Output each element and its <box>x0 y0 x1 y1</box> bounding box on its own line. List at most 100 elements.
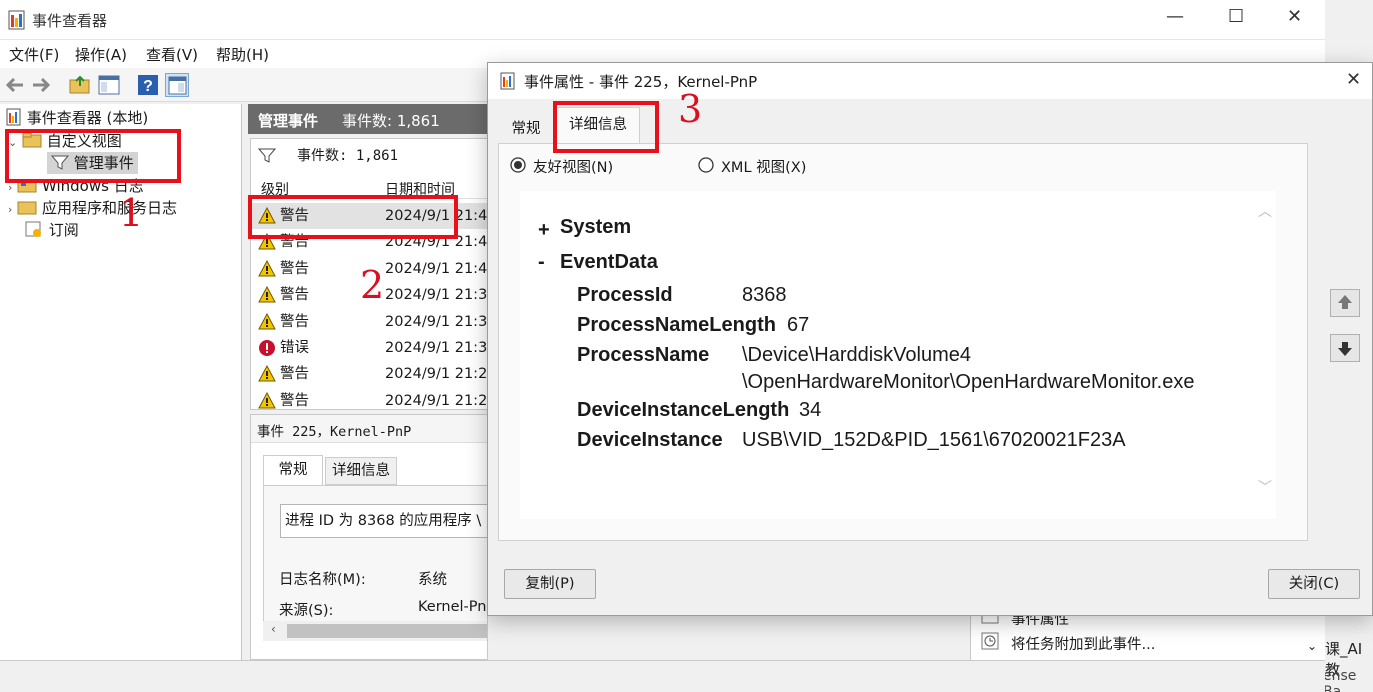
eventdata-toggle[interactable]: - <box>538 251 545 274</box>
detail-tab-details[interactable]: 详细信息 <box>325 457 397 485</box>
warning-icon <box>258 286 276 303</box>
maximize-icon[interactable]: ☐ <box>1228 6 1244 27</box>
eventdata-node[interactable]: EventData <box>560 251 658 274</box>
folder-icon <box>17 201 37 215</box>
annotation-number-1: 1 <box>119 191 144 235</box>
error-icon <box>259 340 275 356</box>
system-node[interactable]: System <box>560 216 631 239</box>
row-level: 警告 <box>280 366 309 383</box>
minimize-icon[interactable]: — <box>1166 6 1184 27</box>
tree-item-subscriptions[interactable]: 订阅 <box>24 219 79 241</box>
annotation-box-1 <box>5 129 181 183</box>
log-name-value: 系统 <box>418 572 447 588</box>
table-row[interactable]: 错误 2024/9/1 21:36 <box>251 335 488 361</box>
detail-tab-panel: 进程 ID 为 8368 的应用程序 \ 日志名称(M): 系统 来源(S): … <box>263 485 487 635</box>
radio-xml-label[interactable]: XML 视图(X) <box>721 156 806 177</box>
close-button[interactable]: 关闭(C) <box>1268 569 1360 599</box>
log-name-label: 日志名称(M): <box>279 572 366 588</box>
copy-button[interactable]: 复制(P) <box>504 569 596 599</box>
filter-event-count: 事件数: 1,861 <box>297 148 399 164</box>
scroll-down-icon[interactable]: ﹀ <box>1258 477 1272 497</box>
tree-pane: 事件查看器 (本地) ⌄ 自定义视图 管理事件 › Windows 日志 › 应… <box>0 104 242 660</box>
table-row[interactable]: 警告 2024/9/1 21:21 <box>251 388 487 409</box>
main-window-title: 事件查看器 <box>32 12 108 30</box>
table-row[interactable]: 警告 2024/9/1 21:23 <box>251 361 488 387</box>
actions-pane: 事件属性 将任务附加到此事件... ⌄ <box>970 612 1325 660</box>
warning-icon <box>258 365 276 382</box>
warning-icon <box>258 391 276 409</box>
field-value: 67 <box>787 314 810 336</box>
menu-help[interactable]: 帮助(H) <box>216 44 269 65</box>
field-value: 8368 <box>742 284 787 306</box>
field-key: ProcessNameLength <box>577 314 776 336</box>
svg-text:?: ? <box>143 78 153 95</box>
folder-up-icon[interactable] <box>68 73 92 97</box>
field-value: \Device\HarddiskVolume4 <box>742 344 971 366</box>
system-toggle[interactable]: + <box>538 219 550 242</box>
tree-item-root[interactable]: 事件查看器 (本地) <box>6 107 148 129</box>
table-row[interactable]: 警告 2024/9/1 21:36 <box>251 309 488 335</box>
scroll-left-icon[interactable]: ‹ <box>271 622 276 636</box>
warning-icon <box>258 312 276 330</box>
show-hide-action-pane-icon[interactable] <box>165 73 189 97</box>
field-value: USB\VID_152D&PID_1561\67020021F23A <box>742 429 1126 451</box>
annotation-box-3 <box>553 101 659 153</box>
tree-subscriptions-label: 订阅 <box>48 221 79 239</box>
row-level: 警告 <box>280 287 309 304</box>
tree-item-app-service-logs[interactable]: › 应用程序和服务日志 <box>8 197 177 219</box>
field-key: ProcessId <box>577 284 673 306</box>
dialog-close-icon[interactable]: ✕ <box>1346 69 1361 90</box>
forward-arrow-icon[interactable] <box>29 73 53 97</box>
field-key: DeviceInstance <box>577 429 723 451</box>
filter-icon <box>258 148 276 163</box>
scroll-up-icon[interactable]: ︿ <box>1258 201 1272 221</box>
radio-friendly[interactable] <box>509 156 527 174</box>
radio-xml[interactable] <box>697 156 715 174</box>
row-datetime: 2024/9/1 21:41 <box>385 260 488 277</box>
menu-file[interactable]: 文件(F) <box>9 44 59 65</box>
field-value: 34 <box>799 399 822 421</box>
center-header-count: 事件数: 1,861 <box>342 112 440 130</box>
event-viewer-icon <box>500 72 515 90</box>
chevron-right-icon[interactable]: › <box>8 203 12 216</box>
arrow-down-icon <box>1338 342 1352 356</box>
row-datetime: 2024/9/1 21:36 <box>385 313 488 330</box>
status-bar <box>0 660 1325 692</box>
center-header: 管理事件 事件数: 1,861 <box>248 104 488 134</box>
dialog-title: 事件属性 - 事件 225，Kernel-PnP <box>524 73 758 91</box>
show-hide-tree-icon[interactable] <box>97 73 121 97</box>
field-key: DeviceInstanceLength <box>577 399 790 421</box>
event-detail-preview: 事件 225，Kernel-PnP 常规 详细信息 进程 ID 为 8368 的… <box>250 414 488 660</box>
horizontal-scrollbar[interactable]: ‹ <box>263 621 487 641</box>
row-datetime: 2024/9/1 21:36 <box>385 340 488 356</box>
dialog-titlebar: 事件属性 - 事件 225，Kernel-PnP ✕ <box>488 63 1372 99</box>
field-key: ProcessName <box>577 344 710 366</box>
back-arrow-icon[interactable] <box>3 73 27 97</box>
menu-view[interactable]: 查看(V) <box>146 44 198 65</box>
annotation-number-3: 3 <box>678 87 703 131</box>
prev-event-button[interactable] <box>1330 289 1360 317</box>
menu-action[interactable]: 操作(A) <box>75 44 127 65</box>
tree-app-service-logs-label: 应用程序和服务日志 <box>41 199 177 217</box>
main-titlebar: 事件查看器 — ☐ ✕ <box>0 0 1325 40</box>
window-close-icon[interactable]: ✕ <box>1287 6 1302 27</box>
help-icon[interactable]: ? <box>136 73 160 97</box>
row-datetime: 2024/9/1 21:23 <box>385 366 488 383</box>
taskbar-fragment-b: ense Ba <box>1323 668 1357 692</box>
action-attach-task[interactable]: 将任务附加到此事件... <box>1011 633 1155 654</box>
tree-root-label: 事件查看器 (本地) <box>26 109 149 127</box>
detail-description[interactable]: 进程 ID 为 8368 的应用程序 \ <box>280 504 487 538</box>
dialog-tab-general[interactable]: 常规 <box>500 115 552 143</box>
detail-tab-general[interactable]: 常规 <box>263 455 323 485</box>
annotation-number-2: 2 <box>360 263 385 307</box>
next-event-button[interactable] <box>1330 334 1360 362</box>
radio-friendly-label[interactable]: 友好视图(N) <box>533 156 613 177</box>
chevron-down-icon[interactable]: ⌄ <box>1307 639 1317 653</box>
scrollbar-thumb[interactable] <box>287 624 487 638</box>
source-label: 来源(S): <box>279 603 334 619</box>
center-header-title: 管理事件 <box>258 112 319 130</box>
row-level: 警告 <box>280 392 309 409</box>
arrow-up-icon <box>1338 295 1352 309</box>
warning-icon <box>258 259 276 277</box>
row-datetime: 2024/9/1 21:36 <box>385 287 488 304</box>
